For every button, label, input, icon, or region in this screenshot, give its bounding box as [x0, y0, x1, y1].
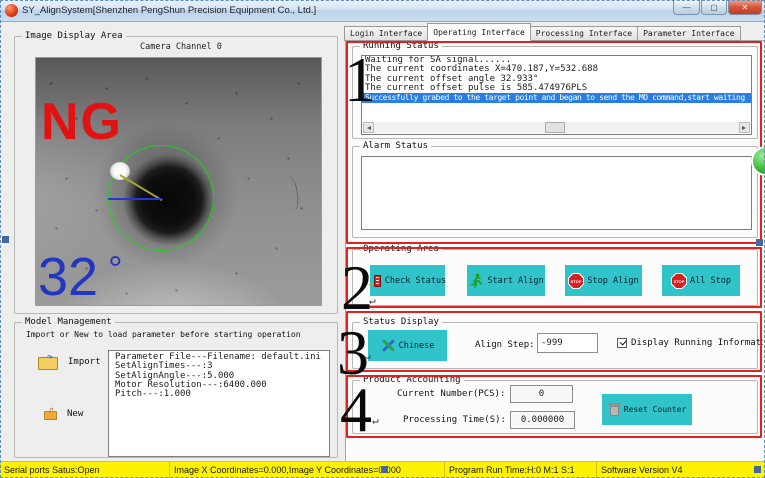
- statusbar-image-coordinates: Image X Coordinates=0.000,Image Y Coordi…: [170, 462, 445, 478]
- window-controls: — ▢ ✕: [672, 0, 762, 15]
- new-folder-icon: ↱: [44, 408, 59, 420]
- processing-time-label: Processing Time(S):: [403, 415, 506, 425]
- all-stop-button[interactable]: STOP All Stop: [662, 265, 740, 296]
- trash-icon: [608, 402, 621, 417]
- running-status-group: Running Status Waiting for SA signal....…: [352, 46, 758, 139]
- tab-processing-interface[interactable]: Processing Interface: [530, 26, 638, 41]
- running-man-icon: [468, 273, 484, 289]
- stop-sign-icon: STOP: [671, 273, 687, 289]
- reset-counter-label: Reset Counter: [624, 405, 687, 414]
- processing-time-field[interactable]: [510, 411, 575, 429]
- title-bar: SY_AlignSystem[Shenzhen PengShun Precisi…: [0, 0, 765, 22]
- import-button-label: Import: [68, 357, 101, 367]
- angle-overlay-text: 32°: [38, 250, 122, 304]
- parameter-line: Pitch---:1.000: [112, 390, 329, 399]
- operating-area-group-title: Operating Area: [360, 244, 442, 254]
- tab-parameter-interface[interactable]: Parameter Interface: [637, 26, 741, 41]
- reference-line: [108, 198, 161, 200]
- image-display-group-title: Image Display Area: [22, 31, 126, 41]
- window-title: SY_AlignSystem[Shenzhen PengShun Precisi…: [22, 5, 316, 16]
- tools-icon: [381, 338, 396, 353]
- import-folder-icon: ↷: [38, 353, 60, 371]
- statusbar-software-version: Software Version V4: [597, 462, 765, 478]
- stop-align-button[interactable]: STOP Stop Align: [565, 265, 642, 296]
- selection-handle-bottom[interactable]: [381, 466, 388, 473]
- degree-symbol: °: [108, 248, 122, 289]
- alarm-status-group: Alarm Status: [352, 146, 758, 238]
- result-overlay-text: NG: [41, 96, 123, 148]
- running-status-listbox[interactable]: Waiting for SA signal...... The current …: [361, 55, 752, 135]
- import-button[interactable]: ↷ Import: [38, 353, 101, 371]
- align-step-label: Align Step:: [475, 340, 535, 350]
- app-icon: [5, 4, 18, 17]
- new-button[interactable]: ↱ New: [44, 408, 83, 420]
- product-accounting-group-title: Product Accounting: [360, 375, 464, 385]
- angle-value: 32: [38, 247, 98, 306]
- scroll-right-arrow-icon[interactable]: [739, 122, 750, 133]
- tab-login-interface[interactable]: Login Interface: [344, 26, 428, 41]
- minimize-button[interactable]: —: [673, 0, 700, 15]
- language-toggle-button[interactable]: Chinese: [368, 330, 447, 361]
- status-display-group-title: Status Display: [360, 317, 442, 327]
- stop-align-label: Stop Align: [587, 276, 638, 286]
- statusbar-serial-ports: Serial ports Satus:Open: [0, 462, 170, 478]
- tab-operating-interface[interactable]: Operating Interface: [427, 23, 531, 41]
- scrollbar-thumb[interactable]: [545, 122, 565, 133]
- start-align-label: Start Align: [487, 276, 543, 286]
- reset-counter-button[interactable]: Reset Counter: [602, 394, 692, 425]
- svg-text:STOP: STOP: [571, 279, 582, 284]
- model-management-group-title: Model Management: [22, 317, 115, 327]
- tab-strip: Login Interface Operating Interface Proc…: [344, 23, 740, 41]
- status-line: The current offset pulse is 585.474976PL…: [362, 84, 751, 93]
- selection-handle-left[interactable]: [2, 236, 9, 243]
- status-check-icon: ↵: [369, 274, 382, 288]
- camera-image: NG 32°: [35, 57, 322, 306]
- camera-noise-dots: [36, 58, 37, 59]
- maximize-button[interactable]: ▢: [701, 0, 727, 15]
- current-number-label: Current Number(PCS):: [397, 389, 505, 399]
- current-number-field[interactable]: [510, 385, 573, 403]
- new-button-label: New: [67, 409, 83, 419]
- display-running-info-checkbox-row[interactable]: Display Running Information: [617, 338, 763, 348]
- checkbox-checked-icon[interactable]: [617, 338, 627, 348]
- camera-channel-label: Camera Channel 0: [140, 42, 222, 52]
- stop-sign-icon: STOP: [568, 273, 584, 289]
- check-status-label: Check Status: [385, 276, 446, 286]
- selection-handle-bottom-right[interactable]: [754, 466, 761, 473]
- start-align-button[interactable]: Start Align: [467, 265, 545, 296]
- check-status-button[interactable]: ↵ Check Status: [370, 265, 445, 296]
- alarm-status-listbox[interactable]: [361, 156, 752, 230]
- statusbar-run-time: Program Run Time:H:0 M:1 S:1: [445, 462, 597, 478]
- selection-handle-right[interactable]: [756, 239, 763, 246]
- language-button-label: Chinese: [399, 341, 435, 351]
- svg-text:STOP: STOP: [674, 279, 685, 284]
- app-window: { "window": { "title": "SY_AlignSystem[S…: [0, 0, 765, 478]
- camera-scratch-mark: [282, 175, 301, 213]
- parameter-textbox[interactable]: Parameter File---Filename: default.ini S…: [108, 350, 330, 457]
- all-stop-label: All Stop: [690, 276, 731, 286]
- model-management-hint: Import or New to load parameter before s…: [26, 330, 301, 339]
- alarm-status-group-title: Alarm Status: [360, 141, 431, 151]
- display-running-info-label: Display Running Information: [631, 338, 763, 348]
- horizontal-scrollbar[interactable]: [363, 122, 750, 133]
- scroll-left-arrow-icon[interactable]: [363, 122, 374, 133]
- running-status-group-title: Running Status: [360, 41, 442, 51]
- close-button[interactable]: ✕: [728, 0, 762, 15]
- align-step-input[interactable]: [537, 333, 598, 353]
- status-line-selected[interactable]: Successfully grabed to the target point …: [362, 93, 751, 103]
